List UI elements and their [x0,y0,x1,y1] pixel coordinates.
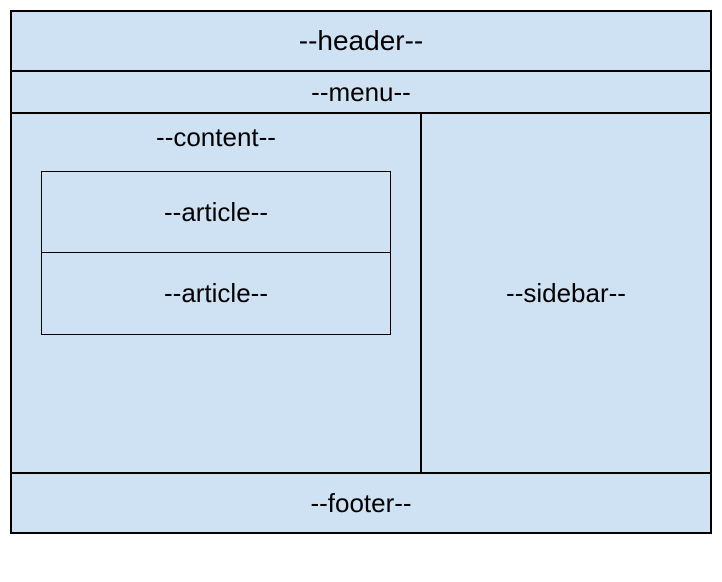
article-region: --article-- [41,171,391,253]
menu-label: --menu-- [311,77,411,108]
footer-label: --footer-- [310,488,411,519]
header-region: --header-- [12,12,710,72]
article-region: --article-- [41,253,391,335]
main-region: --content-- --article-- --article-- --si… [12,114,710,474]
header-label: --header-- [299,25,423,57]
footer-region: --footer-- [12,474,710,532]
sidebar-region: --sidebar-- [422,114,710,472]
articles-container: --article-- --article-- [41,171,391,335]
content-label: --content-- [156,122,276,153]
article-label: --article-- [164,278,268,309]
article-label: --article-- [164,197,268,228]
page-layout-diagram: --header-- --menu-- --content-- --articl… [10,10,712,534]
content-region: --content-- --article-- --article-- [12,114,422,472]
menu-region: --menu-- [12,72,710,114]
sidebar-label: --sidebar-- [506,278,626,309]
